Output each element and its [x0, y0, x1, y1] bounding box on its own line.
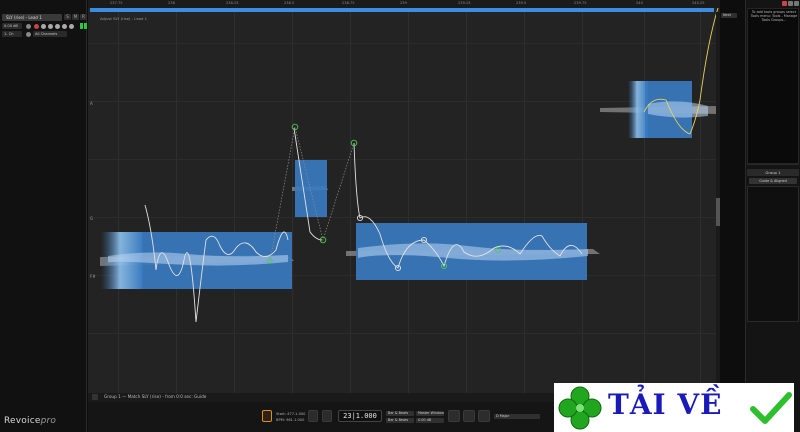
group-contents[interactable]	[747, 186, 799, 322]
fold-icon[interactable]	[448, 410, 460, 422]
groups-panel: To add tools groups select Tools menu: T…	[745, 0, 800, 432]
pan-knob-icon[interactable]	[26, 24, 31, 29]
record-arm-icon[interactable]	[34, 24, 39, 29]
pitch-editor[interactable]: 237.75 238 238.25 238.5 238.75 239 239.2…	[88, 0, 720, 402]
solo-button[interactable]: S	[64, 14, 71, 20]
watermark: TẢI VỀ	[554, 383, 794, 432]
pitch-curves[interactable]	[88, 0, 720, 402]
minimize-window-icon[interactable]	[788, 1, 793, 6]
record-button[interactable]: R	[80, 14, 87, 20]
position-counter[interactable]: 23|1.000	[338, 410, 382, 422]
clip-label: Group 1 — Match SLY (rise) - from 0:0 se…	[104, 394, 207, 399]
redo-icon[interactable]	[322, 410, 332, 422]
watermark-text: TẢI VỀ	[608, 388, 723, 421]
track-row-controls: 0.00 dB	[2, 23, 87, 30]
groups-list[interactable]	[747, 8, 799, 164]
app-logo-main: Revoice	[4, 416, 41, 426]
grid-format-select[interactable]: Bar & Beats	[386, 418, 414, 423]
vertical-scroll-thumb[interactable]	[716, 198, 720, 226]
key-select[interactable]: D Major	[494, 414, 540, 419]
info-icon[interactable]	[69, 24, 74, 29]
gain-field[interactable]: 0.00 dB	[416, 418, 444, 423]
clover-icon	[558, 386, 602, 430]
settings-icon[interactable]	[41, 24, 46, 29]
time-format-select[interactable]: Bar & Beats	[386, 411, 414, 416]
record-mode-button[interactable]	[262, 410, 272, 422]
checkmark-icon	[750, 392, 792, 424]
divider	[747, 164, 799, 165]
track-panel: SLY (rise) - Lead 1 S M R 0.00 dB 1- Ch …	[0, 0, 87, 432]
loop-icon[interactable]	[48, 24, 53, 29]
mode-select[interactable]: 1- Ch	[2, 31, 22, 37]
group-mode-select[interactable]: Guide & Aligned	[749, 178, 797, 184]
next-button[interactable]: Next	[721, 13, 737, 18]
edit-icon[interactable]	[62, 24, 67, 29]
track-row-channels: 1- Ch All Channels	[2, 31, 87, 38]
track-level-field[interactable]: 0.00 dB	[2, 23, 22, 29]
track-name-field[interactable]: SLY (rise) - Lead 1	[2, 14, 62, 21]
groups-hint: To add tools groups select Tools menu: T…	[750, 10, 798, 23]
close-window-icon[interactable]	[782, 1, 787, 6]
transpose-tool-icon[interactable]	[478, 410, 490, 422]
level-meter	[80, 23, 83, 29]
monitor-icon[interactable]	[26, 32, 31, 37]
app-logo-suffix: pro	[40, 416, 57, 426]
app-logo: Revoicepro	[4, 416, 56, 426]
bpm-label: BPM: 961.1.000	[276, 418, 305, 422]
mute-button[interactable]: M	[72, 14, 79, 20]
clip-lock-icon[interactable]	[92, 394, 98, 400]
channel-select[interactable]: All Channels	[33, 31, 67, 37]
level-meter-right	[84, 23, 87, 29]
group-title[interactable]: Group 1	[747, 169, 799, 176]
link-icon[interactable]	[55, 24, 60, 29]
track-header: SLY (rise) - Lead 1 S M R 0.00 dB 1- Ch …	[2, 14, 87, 40]
pen-tool-icon[interactable]	[463, 410, 475, 422]
window-select[interactable]: Master Window	[416, 411, 444, 416]
maximize-window-icon[interactable]	[794, 1, 799, 6]
start-label: Start: 477.1.000	[276, 412, 306, 416]
undo-icon[interactable]	[308, 410, 318, 422]
